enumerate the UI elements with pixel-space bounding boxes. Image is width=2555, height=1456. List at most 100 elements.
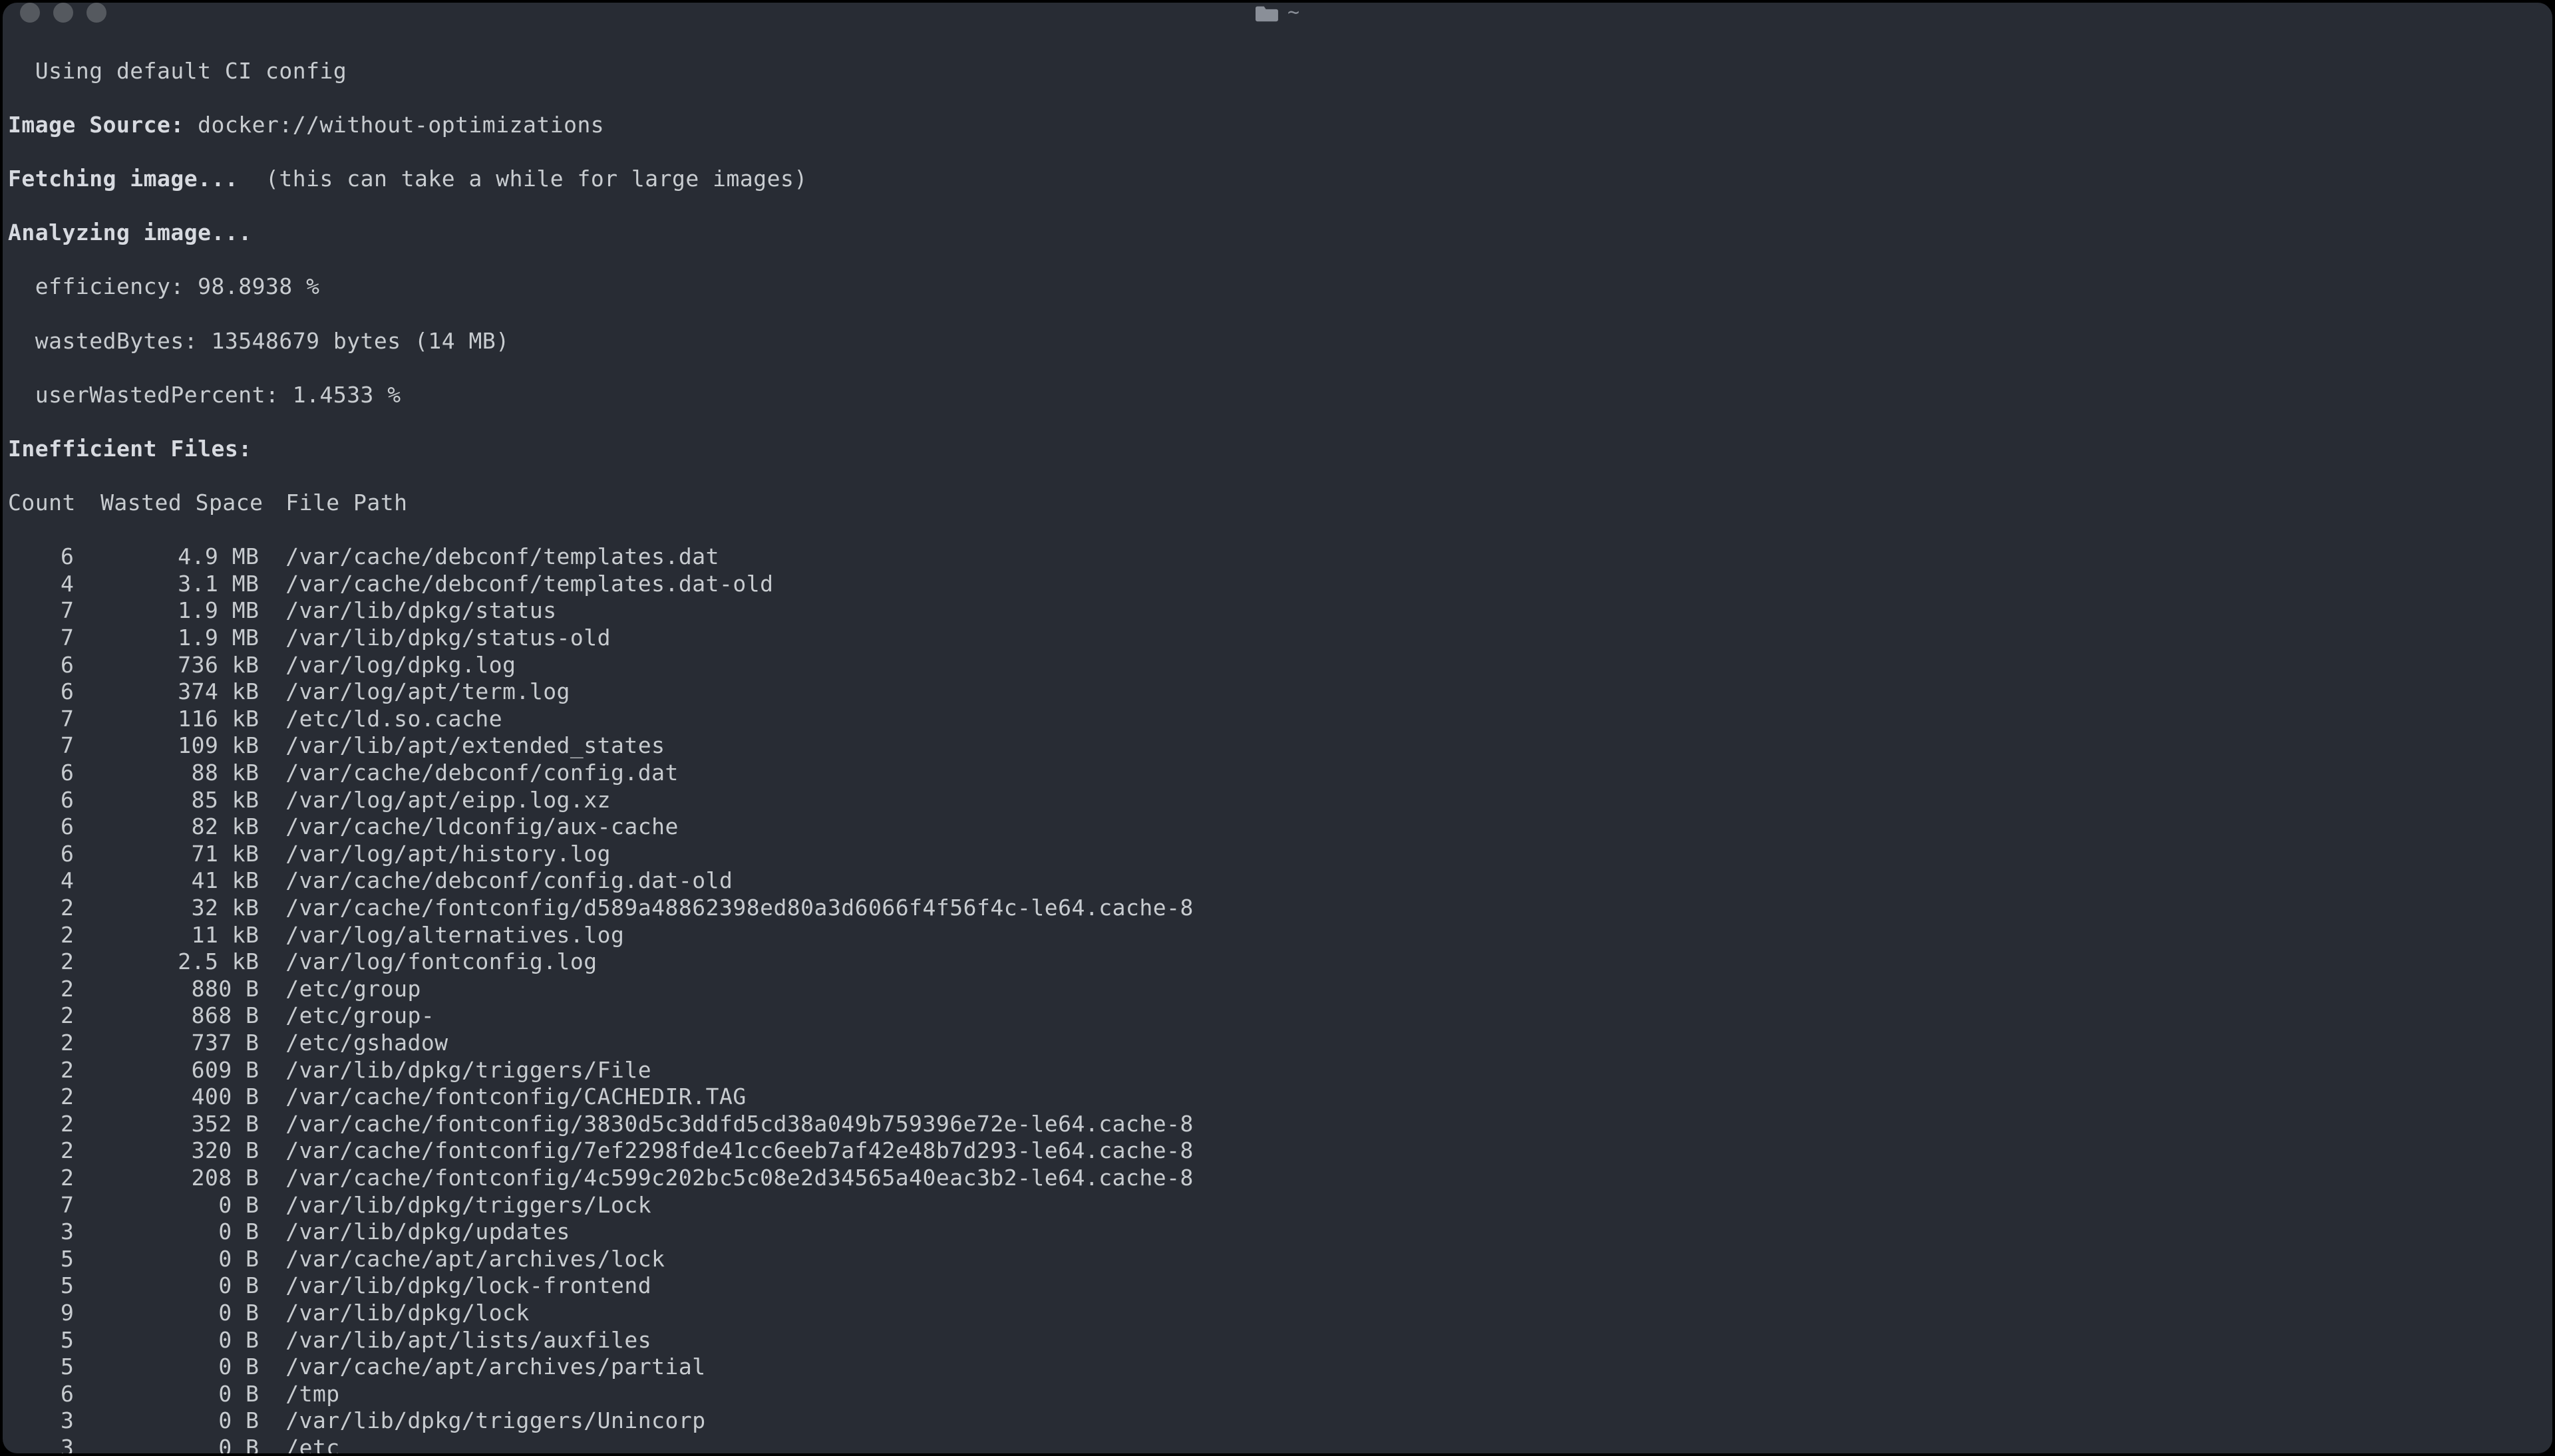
table-row: 30 B/var/lib/dpkg/updates xyxy=(8,1219,2547,1246)
cell-wasted: 4.9 MB xyxy=(74,543,259,571)
cell-path: /var/log/alternatives.log xyxy=(259,922,624,949)
cell-path: /var/log/fontconfig.log xyxy=(259,948,597,976)
folder-icon xyxy=(1256,4,1278,21)
cell-count: 6 xyxy=(8,678,74,706)
table-row: 211 kB/var/log/alternatives.log xyxy=(8,922,2547,949)
cell-path: /var/cache/debconf/config.dat-old xyxy=(259,867,733,895)
cell-path: /var/cache/ldconfig/aux-cache xyxy=(259,813,678,841)
col-count: Count xyxy=(8,490,74,517)
cell-count: 4 xyxy=(8,867,74,895)
minimize-button[interactable] xyxy=(53,3,73,23)
cell-path: /var/lib/dpkg/status xyxy=(259,597,556,625)
cell-wasted: 3.1 MB xyxy=(74,571,259,598)
cell-count: 3 xyxy=(8,1435,74,1453)
cell-count: 6 xyxy=(8,813,74,841)
cell-wasted: 0 B xyxy=(74,1381,259,1408)
cell-wasted: 0 B xyxy=(74,1192,259,1219)
table-header: CountWasted SpaceFile Path xyxy=(8,490,2547,517)
inefficient-files-header: Inefficient Files: xyxy=(8,436,2547,463)
table-row: 2352 B/var/cache/fontconfig/3830d5c3ddfd… xyxy=(8,1111,2547,1138)
cell-count: 2 xyxy=(8,922,74,949)
table-row: 6736 kB/var/log/dpkg.log xyxy=(8,652,2547,679)
cell-wasted: 0 B xyxy=(74,1407,259,1435)
efficiency-line: efficiency: 98.8938 % xyxy=(8,273,2547,301)
cell-path: /tmp xyxy=(259,1381,339,1408)
cell-path: /var/cache/fontconfig/CACHEDIR.TAG xyxy=(259,1084,746,1111)
cell-wasted: 11 kB xyxy=(74,922,259,949)
col-wasted: Wasted Space xyxy=(74,490,259,517)
cell-path: /etc xyxy=(259,1435,339,1453)
cell-path: /var/cache/debconf/config.dat xyxy=(259,760,678,787)
table-row: 64.9 MB/var/cache/debconf/templates.dat xyxy=(8,543,2547,571)
cell-wasted: 737 B xyxy=(74,1030,259,1057)
cell-wasted: 88 kB xyxy=(74,760,259,787)
table-row: 60 B/tmp xyxy=(8,1381,2547,1408)
window-title-text: ~ xyxy=(1287,3,1299,25)
cell-path: /etc/group xyxy=(259,976,421,1003)
cell-count: 5 xyxy=(8,1354,74,1381)
cell-wasted: 82 kB xyxy=(74,813,259,841)
cell-count: 2 xyxy=(8,1002,74,1030)
cell-path: /etc/gshadow xyxy=(259,1030,448,1057)
cell-path: /var/lib/apt/lists/auxfiles xyxy=(259,1327,651,1354)
cell-path: /var/cache/fontconfig/4c599c202bc5c08e2d… xyxy=(259,1165,1193,1192)
cell-count: 7 xyxy=(8,1192,74,1219)
cell-count: 9 xyxy=(8,1300,74,1327)
cell-count: 6 xyxy=(8,652,74,679)
log-line: Image Source: docker://without-optimizat… xyxy=(8,112,2547,139)
zoom-button[interactable] xyxy=(86,3,106,23)
table-row: 2868 B/etc/group- xyxy=(8,1002,2547,1030)
cell-wasted: 352 B xyxy=(74,1111,259,1138)
close-button[interactable] xyxy=(20,3,40,23)
cell-path: /var/lib/dpkg/updates xyxy=(259,1219,570,1246)
table-row: 685 kB/var/log/apt/eipp.log.xz xyxy=(8,787,2547,814)
cell-count: 2 xyxy=(8,948,74,976)
table-row: 70 B/var/lib/dpkg/triggers/Lock xyxy=(8,1192,2547,1219)
cell-count: 4 xyxy=(8,571,74,598)
table-row: 50 B/var/cache/apt/archives/partial xyxy=(8,1354,2547,1381)
cell-wasted: 208 B xyxy=(74,1165,259,1192)
table-row: 682 kB/var/cache/ldconfig/aux-cache xyxy=(8,813,2547,841)
table-row: 22.5 kB/var/log/fontconfig.log xyxy=(8,948,2547,976)
table-row: 50 B/var/lib/dpkg/lock-frontend xyxy=(8,1272,2547,1300)
cell-wasted: 109 kB xyxy=(74,732,259,760)
cell-wasted: 32 kB xyxy=(74,895,259,922)
cell-path: /var/cache/fontconfig/d589a48862398ed80a… xyxy=(259,895,1193,922)
cell-count: 6 xyxy=(8,1381,74,1408)
table-row: 2208 B/var/cache/fontconfig/4c599c202bc5… xyxy=(8,1165,2547,1192)
cell-wasted: 320 B xyxy=(74,1137,259,1165)
cell-path: /var/log/apt/history.log xyxy=(259,841,611,868)
cell-wasted: 2.5 kB xyxy=(74,948,259,976)
image-source-label: Image Source: xyxy=(8,112,184,138)
table-row: 71.9 MB/var/lib/dpkg/status-old xyxy=(8,625,2547,652)
cell-path: /var/lib/dpkg/triggers/File xyxy=(259,1057,651,1084)
cell-path: /var/log/dpkg.log xyxy=(259,652,516,679)
cell-wasted: 0 B xyxy=(74,1272,259,1300)
cell-wasted: 374 kB xyxy=(74,678,259,706)
terminal-window: ~ Using default CI config Image Source: … xyxy=(3,3,2552,1453)
cell-path: /var/log/apt/eipp.log.xz xyxy=(259,787,611,814)
cell-path: /var/lib/dpkg/triggers/Lock xyxy=(259,1192,651,1219)
table-row: 688 kB/var/cache/debconf/config.dat xyxy=(8,760,2547,787)
cell-count: 7 xyxy=(8,625,74,652)
cell-path: /var/cache/fontconfig/3830d5c3ddfd5cd38a… xyxy=(259,1111,1193,1138)
cell-count: 6 xyxy=(8,543,74,571)
cell-path: /var/lib/dpkg/lock xyxy=(259,1300,529,1327)
cell-path: /etc/group- xyxy=(259,1002,434,1030)
cell-count: 2 xyxy=(8,1137,74,1165)
cell-count: 2 xyxy=(8,1111,74,1138)
cell-wasted: 0 B xyxy=(74,1246,259,1273)
cell-count: 2 xyxy=(8,1030,74,1057)
cell-count: 2 xyxy=(8,1057,74,1084)
cell-count: 7 xyxy=(8,732,74,760)
table-row: 441 kB/var/cache/debconf/config.dat-old xyxy=(8,867,2547,895)
cell-wasted: 85 kB xyxy=(74,787,259,814)
cell-count: 3 xyxy=(8,1407,74,1435)
titlebar: ~ xyxy=(3,3,2552,23)
traffic-lights xyxy=(20,3,106,23)
cell-path: /var/cache/apt/archives/lock xyxy=(259,1246,665,1273)
cell-count: 5 xyxy=(8,1327,74,1354)
table-row: 90 B/var/lib/dpkg/lock xyxy=(8,1300,2547,1327)
terminal-body[interactable]: Using default CI config Image Source: do… xyxy=(3,23,2552,1453)
fetching-note: (this can take a while for large images) xyxy=(238,166,807,192)
